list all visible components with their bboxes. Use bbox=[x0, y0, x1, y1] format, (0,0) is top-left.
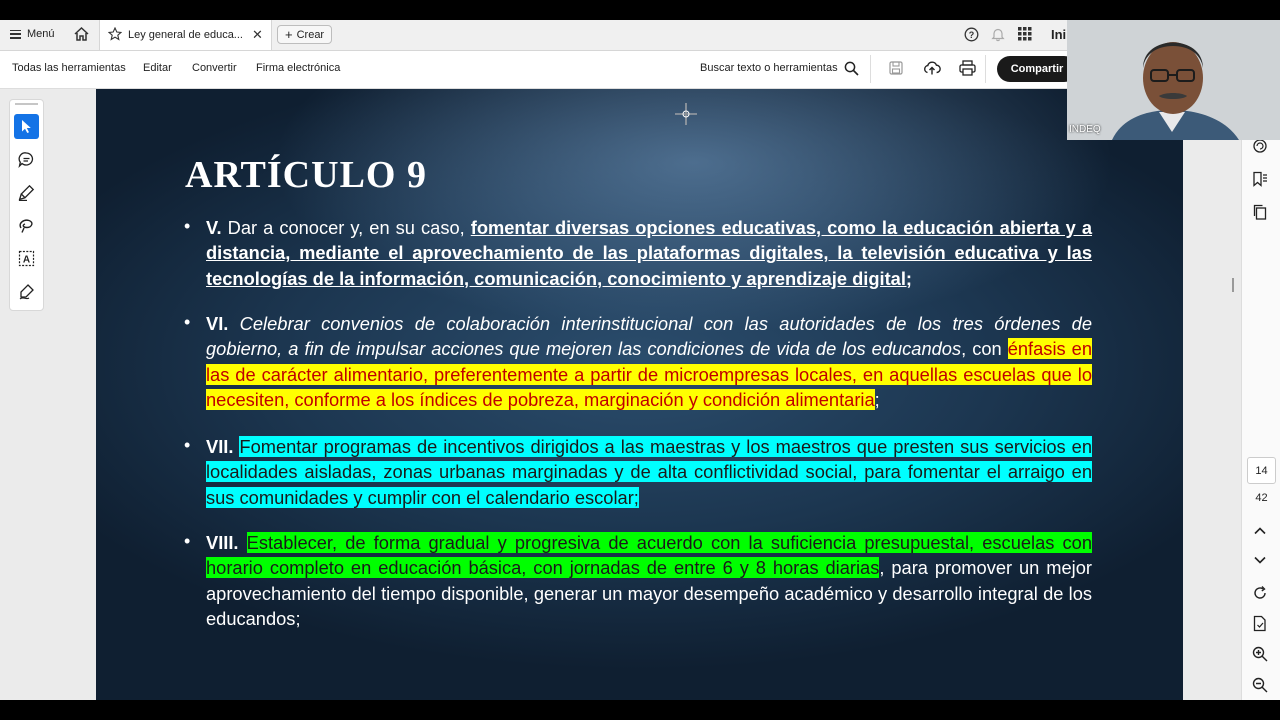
total-pages: 42 bbox=[1255, 492, 1268, 504]
current-page-field[interactable]: 14 bbox=[1247, 457, 1276, 484]
zoom-out-icon[interactable] bbox=[1252, 677, 1268, 698]
fraction-number: VIII. bbox=[206, 532, 239, 553]
upload-cloud-icon[interactable] bbox=[923, 60, 941, 79]
cyan-highlight-text: Fomentar programas de incentivos dirigid… bbox=[206, 436, 1092, 508]
svg-text:?: ? bbox=[969, 30, 975, 40]
ai-assistant-icon[interactable] bbox=[1252, 138, 1268, 159]
plus-icon: + bbox=[285, 27, 293, 42]
italic-text: Celebrar convenios de colaboración inter… bbox=[206, 313, 1092, 360]
create-button[interactable]: + Crear bbox=[277, 25, 333, 44]
fraction-text-end: ; bbox=[874, 389, 880, 411]
bullet-icon: • bbox=[184, 435, 191, 455]
refresh-icon[interactable] bbox=[1252, 585, 1268, 606]
print-icon[interactable] bbox=[959, 60, 976, 79]
fraction-viii-paragraph: VIII. Establecer, de forma gradual y pro… bbox=[206, 530, 1092, 632]
presenter-video bbox=[1067, 20, 1280, 140]
comment-tool-icon[interactable] bbox=[14, 147, 39, 172]
top-black-bar bbox=[0, 0, 1280, 20]
search-icon[interactable] bbox=[844, 61, 859, 79]
edit-link[interactable]: Editar bbox=[143, 62, 172, 74]
document-tab[interactable]: Ley general de educa... ✕ bbox=[99, 20, 272, 50]
divider bbox=[870, 55, 871, 83]
fraction-number: VI. bbox=[206, 313, 229, 334]
fraction-vi-paragraph: VI. Celebrar convenios de colaboración i… bbox=[206, 311, 1093, 413]
sign-in-label[interactable]: Ini bbox=[1051, 27, 1066, 42]
sign-pen-icon[interactable] bbox=[14, 279, 39, 304]
file-export-icon[interactable] bbox=[1252, 615, 1268, 637]
close-tab-icon[interactable]: ✕ bbox=[252, 27, 263, 43]
drag-handle[interactable] bbox=[15, 103, 38, 105]
quick-tools-panel: A bbox=[9, 99, 44, 311]
bullet-icon: • bbox=[184, 216, 191, 236]
fraction-number: V. bbox=[206, 217, 222, 238]
bookmark-icon[interactable] bbox=[1252, 171, 1268, 192]
chevron-up-icon[interactable] bbox=[1252, 524, 1268, 543]
save-icon[interactable] bbox=[889, 61, 903, 78]
text-box-icon[interactable]: A bbox=[14, 246, 39, 271]
home-icon[interactable] bbox=[73, 26, 90, 45]
create-label: Crear bbox=[296, 28, 325, 41]
fraction-v-paragraph: V. Dar a conocer y, en su caso, fomentar… bbox=[206, 215, 1092, 291]
fraction-number: VII. bbox=[206, 436, 234, 457]
fraction-vii-paragraph: VII. Fomentar programas de incentivos di… bbox=[206, 434, 1092, 510]
bottom-black-bar bbox=[0, 700, 1280, 720]
help-icon[interactable]: ? bbox=[964, 27, 979, 45]
webcam-overlay: INDEQ bbox=[1067, 20, 1280, 140]
chevron-down-icon[interactable] bbox=[1252, 553, 1268, 572]
scrollbar-thumb[interactable] bbox=[1232, 278, 1234, 292]
menu-label: Menú bbox=[27, 28, 55, 40]
all-tools-link[interactable]: Todas las herramientas bbox=[12, 62, 126, 74]
highlight-pen-icon[interactable] bbox=[14, 180, 39, 205]
zoom-in-icon[interactable] bbox=[1252, 646, 1268, 667]
menu-button[interactable]: Menú bbox=[10, 28, 55, 40]
share-button[interactable]: Compartir bbox=[997, 56, 1077, 82]
draw-lasso-icon[interactable] bbox=[14, 213, 39, 238]
apps-grid-icon[interactable] bbox=[1018, 27, 1032, 44]
slide-title: ARTÍCULO 9 bbox=[185, 154, 427, 196]
esign-link[interactable]: Firma electrónica bbox=[256, 62, 340, 74]
search-tools-label[interactable]: Buscar texto o herramientas bbox=[700, 62, 838, 74]
fraction-text: , con bbox=[961, 338, 1008, 360]
select-tool-icon[interactable] bbox=[14, 114, 39, 139]
crosshair-cursor-icon bbox=[674, 102, 698, 131]
divider bbox=[985, 55, 986, 83]
convert-link[interactable]: Convertir bbox=[192, 62, 237, 74]
svg-text:A: A bbox=[23, 255, 30, 266]
copy-pages-icon[interactable] bbox=[1252, 204, 1268, 225]
pdf-page-slide: ARTÍCULO 9 • V. Dar a conocer y, en su c… bbox=[96, 89, 1183, 700]
bell-icon[interactable] bbox=[991, 27, 1005, 45]
bullet-icon: • bbox=[184, 531, 191, 551]
participant-name: INDEQ bbox=[1069, 124, 1101, 135]
tab-title: Ley general de educa... bbox=[128, 29, 243, 41]
fraction-text: Dar a conocer y, en su caso, bbox=[221, 217, 471, 238]
bullet-icon: • bbox=[184, 312, 191, 332]
star-icon[interactable] bbox=[107, 26, 123, 44]
hamburger-icon bbox=[10, 29, 21, 39]
